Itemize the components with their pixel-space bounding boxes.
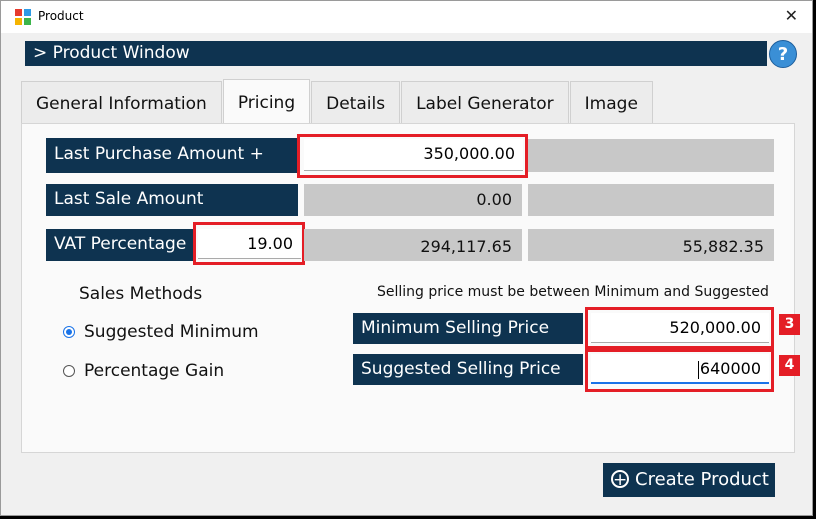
highlight-box-1 [297, 134, 528, 178]
radio-suggested-minimum[interactable] [63, 326, 75, 338]
close-icon[interactable]: ✕ [785, 6, 798, 25]
app-logo-icon [15, 9, 32, 26]
tab-image[interactable]: Image [569, 81, 653, 123]
option-suggested-minimum-label[interactable]: Suggested Minimum [84, 322, 259, 342]
last-sale-extra [528, 184, 774, 216]
highlight-box-3 [585, 307, 774, 349]
sales-methods-title: Sales Methods [79, 284, 203, 304]
suggested-selling-price-label: Suggested Selling Price [353, 354, 583, 385]
plus-circle-icon: + [611, 469, 629, 490]
radio-percentage-gain[interactable] [63, 365, 75, 377]
option-percentage-gain-label[interactable]: Percentage Gain [84, 361, 224, 381]
selling-price-note: Selling price must be between Minimum an… [377, 284, 769, 300]
last-sale-label: Last Sale Amount [46, 184, 298, 216]
window-title: Product [38, 9, 84, 23]
help-icon[interactable]: ? [769, 40, 797, 68]
last-purchase-extra [528, 139, 774, 172]
title-bar: Product ✕ [1, 1, 812, 33]
tab-details[interactable]: Details [311, 81, 401, 123]
last-purchase-label: Last Purchase Amount + [46, 138, 298, 173]
badge-4: 4 [779, 355, 800, 376]
tab-general-information[interactable]: General Information [21, 81, 222, 123]
tab-label-generator[interactable]: Label Generator [401, 81, 569, 123]
vat-percentage-label: VAT Percentage [46, 229, 196, 261]
product-window-header: > Product Window [25, 41, 767, 66]
highlight-box-2 [193, 222, 305, 265]
vat-net-amount: 294,117.65 [304, 229, 522, 261]
product-window: Product ✕ > Product Window ? General Inf… [0, 0, 813, 516]
tab-pricing[interactable]: Pricing [222, 79, 311, 123]
vat-tax-amount: 55,882.35 [528, 229, 774, 261]
create-product-button[interactable]: + Create Product [603, 463, 775, 497]
create-product-label: Create Product [635, 469, 769, 490]
last-sale-value: 0.00 [304, 184, 522, 216]
minimum-selling-price-label: Minimum Selling Price [353, 313, 583, 344]
tab-bar: General Information Pricing Details Labe… [21, 79, 654, 124]
badge-3: 3 [779, 314, 800, 335]
highlight-box-4 [585, 349, 774, 392]
